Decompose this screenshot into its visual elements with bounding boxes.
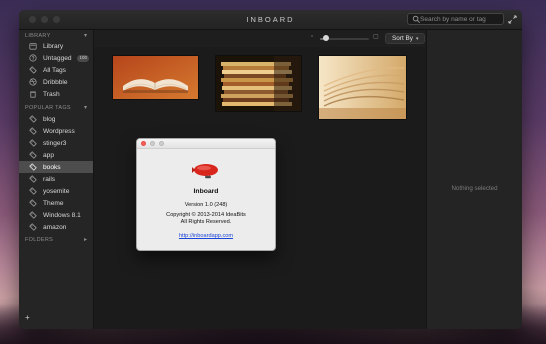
sidebar-item-label: Theme <box>43 199 64 207</box>
book-open-photo <box>113 56 198 99</box>
sidebar-item-tag[interactable]: Wordpress <box>19 125 93 137</box>
zoom-in-icon[interactable]: ▢ <box>373 33 379 40</box>
sidebar-item-tag[interactable]: rails <box>19 173 93 185</box>
library-icon <box>29 43 37 50</box>
sort-by-button[interactable]: Sort By ▾ <box>385 33 426 44</box>
nothing-selected-text: Nothing selected <box>451 185 498 192</box>
about-dialog: Inboard Version 1.0 (248) Copyright © 20… <box>136 138 276 251</box>
tag-icon <box>29 115 37 123</box>
tag-icon <box>29 151 37 159</box>
sidebar-item-tag[interactable]: amazon <box>19 221 93 233</box>
sidebar-item-all-tags[interactable]: All Tags <box>19 64 93 76</box>
popular-tags-collapse-icon[interactable]: ▾ <box>84 104 87 111</box>
search-field[interactable]: Search by name or tag <box>407 13 504 25</box>
sidebar: LIBRARY ▾ Library Untagged 100 All Tags <box>19 30 94 329</box>
untagged-count-badge: 100 <box>77 55 89 62</box>
dialog-zoom-button[interactable] <box>159 141 164 146</box>
sidebar-item-label: All Tags <box>43 66 66 74</box>
dialog-close-button[interactable] <box>141 141 146 146</box>
about-website-link[interactable]: http://inboardapp.com <box>137 233 275 239</box>
sidebar-item-tag[interactable]: blog <box>19 113 93 125</box>
library-collapse-icon[interactable]: ▾ <box>84 32 87 39</box>
tag-icon <box>29 223 37 231</box>
sidebar-item-label: Untagged <box>43 54 72 62</box>
zoom-out-icon[interactable]: ▫ <box>311 34 313 40</box>
zoom-slider-knob[interactable] <box>322 35 329 41</box>
image-thumbnail[interactable] <box>215 55 302 112</box>
book-pages-photo <box>319 56 406 119</box>
sidebar-item-tag-selected[interactable]: books <box>19 161 93 173</box>
title-bar: INBOARD Search by name or tag <box>19 10 522 30</box>
sidebar-item-label: stinger3 <box>43 139 67 147</box>
sidebar-item-label: Trash <box>43 90 60 98</box>
trash-icon <box>30 91 36 98</box>
fullscreen-icon[interactable] <box>508 15 517 24</box>
sidebar-item-tag[interactable]: Theme <box>19 197 93 209</box>
chevron-down-icon: ▾ <box>415 35 419 42</box>
dribbble-icon <box>29 78 37 86</box>
image-thumbnail[interactable] <box>318 55 407 120</box>
question-icon <box>29 54 37 62</box>
tags-icon <box>29 66 37 74</box>
inspector-panel: Nothing selected <box>426 30 522 329</box>
dialog-window-controls <box>141 141 164 146</box>
sidebar-item-label: blog <box>43 115 56 123</box>
zoom-slider[interactable] <box>320 35 369 41</box>
popular-tags-section-header: POPULAR TAGS <box>25 105 71 111</box>
sort-by-label: Sort By <box>392 35 413 42</box>
sidebar-item-tag[interactable]: yosemite <box>19 185 93 197</box>
zeppelin-logo-icon <box>192 164 218 179</box>
sidebar-item-label: Dribbble <box>43 78 68 86</box>
sidebar-item-library[interactable]: Library <box>19 40 93 52</box>
sidebar-item-label: Library <box>43 42 64 50</box>
sidebar-item-tag[interactable]: app <box>19 149 93 161</box>
search-placeholder: Search by name or tag <box>420 16 486 23</box>
book-stack-photo <box>216 56 301 111</box>
sidebar-item-label: books <box>43 163 61 171</box>
toolbar: ▫ ▢ Sort By ▾ <box>94 30 426 47</box>
about-version: Version 1.0 (248) <box>184 202 228 208</box>
sidebar-item-label: Windows 8.1 <box>43 211 81 219</box>
folders-section-header: FOLDERS <box>25 237 54 243</box>
sidebar-item-tag[interactable]: stinger3 <box>19 137 93 149</box>
sidebar-item-untagged[interactable]: Untagged 100 <box>19 52 93 64</box>
sidebar-item-label: yosemite <box>43 187 70 195</box>
sidebar-item-label: Wordpress <box>43 127 75 135</box>
library-section-header: LIBRARY <box>25 33 51 39</box>
sidebar-item-tag[interactable]: Windows 8.1 <box>19 209 93 221</box>
sidebar-item-label: amazon <box>43 223 67 231</box>
image-thumbnail[interactable] <box>112 55 199 100</box>
add-button[interactable]: + <box>25 313 30 322</box>
dialog-minimize-button[interactable] <box>150 141 155 146</box>
tag-icon <box>29 127 37 135</box>
about-app-name: Inboard <box>193 188 219 195</box>
about-rights: All Rights Reserved. <box>180 219 232 225</box>
folders-expand-icon[interactable]: ▸ <box>84 236 87 243</box>
tag-icon <box>29 163 37 171</box>
sidebar-item-label: app <box>43 151 55 159</box>
tag-icon <box>29 187 37 195</box>
tag-icon <box>29 139 37 147</box>
tag-icon <box>29 175 37 183</box>
about-copyright: Copyright © 2013-2014 IdeaBits <box>166 212 246 218</box>
tag-icon <box>29 211 37 219</box>
sidebar-item-dribbble[interactable]: Dribbble <box>19 76 93 88</box>
tag-icon <box>29 199 37 207</box>
dialog-title-bar <box>137 139 275 149</box>
sidebar-item-label: rails <box>43 175 56 183</box>
sidebar-item-trash[interactable]: Trash <box>19 88 93 100</box>
